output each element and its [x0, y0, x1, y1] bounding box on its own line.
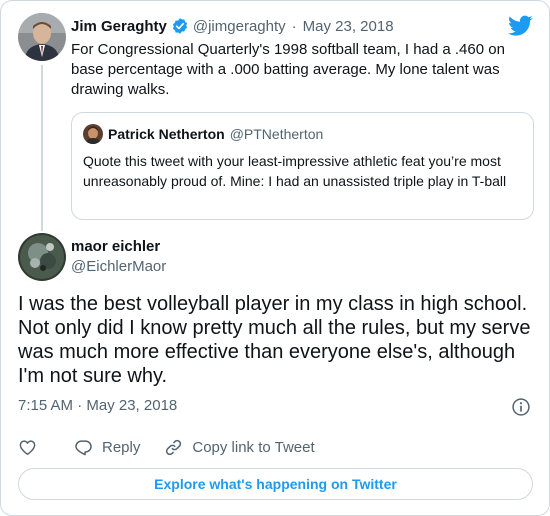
main-avatar-image — [18, 233, 66, 281]
avatar[interactable] — [18, 13, 66, 61]
main-tweet-text: I was the best volleyball player in my c… — [18, 293, 531, 387]
main-avatar[interactable] — [18, 233, 66, 281]
quoted-tweet-text: Quote this tweet with your least-impress… — [83, 153, 507, 189]
avatar-image — [18, 13, 66, 61]
copy-link-button[interactable]: Copy link to Tweet — [164, 438, 315, 457]
reply-bubble-icon — [75, 439, 92, 455]
link-icon — [166, 439, 182, 455]
author-handle[interactable]: @jimgeraghty — [193, 18, 286, 35]
heart-icon — [19, 439, 36, 455]
copy-link-label: Copy link to Tweet — [192, 438, 315, 456]
parent-tweet-header: Jim Geraghty @jimgeraghty · May 23, 2018 — [71, 16, 394, 36]
tweet-date[interactable]: May 23, 2018 — [303, 18, 394, 35]
quoted-tweet-header: Patrick Netherton @PTNetherton — [108, 125, 323, 143]
main-author-handle[interactable]: @EichlerMaor — [71, 258, 166, 275]
thread-line — [41, 65, 43, 231]
quoted-avatar — [83, 124, 103, 144]
like-button[interactable] — [18, 438, 37, 457]
separator-dot: · — [291, 17, 297, 35]
quoted-author-handle: @PTNetherton — [229, 126, 324, 142]
explore-twitter-button[interactable]: Explore what's happening on Twitter — [18, 468, 533, 500]
action-bar: Reply Copy link to Tweet — [18, 437, 315, 457]
reply-button[interactable]: Reply — [74, 438, 140, 457]
quoted-author-name: Patrick Netherton — [108, 126, 225, 142]
quoted-avatar-image — [83, 124, 103, 144]
info-icon[interactable] — [511, 397, 531, 417]
tweet-embed-card: Jim Geraghty @jimgeraghty · May 23, 2018… — [0, 0, 550, 516]
quoted-tweet[interactable]: Patrick Netherton @PTNetherton Quote thi… — [71, 112, 534, 220]
main-author-name[interactable]: maor eichler — [71, 238, 160, 255]
reply-label: Reply — [102, 438, 141, 456]
author-name[interactable]: Jim Geraghty — [71, 18, 167, 35]
tweet-timestamp[interactable]: 7:15 AM · May 23, 2018 — [18, 397, 177, 414]
verified-badge-icon — [172, 18, 187, 34]
twitter-bird-icon[interactable] — [508, 15, 533, 37]
parent-tweet-text: For Congressional Quarterly's 1998 softb… — [71, 41, 505, 98]
